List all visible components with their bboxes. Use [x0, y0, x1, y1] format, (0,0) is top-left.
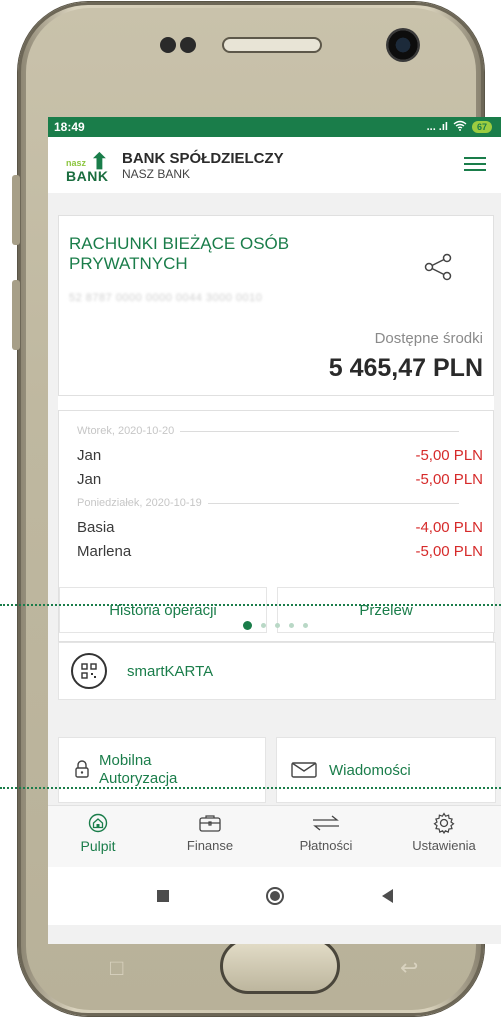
envelope-icon — [291, 762, 317, 783]
lock-icon — [75, 760, 89, 783]
messages-tile[interactable]: Wiadomości — [276, 737, 496, 803]
home-circle-icon[interactable] — [266, 887, 285, 905]
nav-label: Płatności — [299, 838, 353, 853]
pager-dot[interactable] — [288, 623, 294, 628]
status-icons: ... .ıl 67 — [427, 120, 492, 134]
account-summary[interactable]: RACHUNKI BIEŻĄCE OSÓB PRYWATNYCH 52 8787… — [58, 215, 494, 396]
qr-code-icon — [71, 653, 107, 689]
transaction-name: Jan — [77, 447, 102, 464]
nav-ustawienia[interactable]: Ustawienia — [394, 812, 494, 853]
bottom-navigation: Pulpit Finanse Płatności Ustawienia — [48, 805, 501, 868]
available-funds-amount: 5 465,47 PLN — [328, 354, 483, 382]
guide-line — [0, 604, 501, 606]
nav-platnosci[interactable]: Płatności — [276, 812, 376, 853]
pager-dot[interactable] — [260, 623, 266, 628]
gear-icon — [433, 812, 455, 834]
account-card: RACHUNKI BIEŻĄCE OSÓB PRYWATNYCH 52 8787… — [58, 215, 495, 642]
transaction-amount: -5,00 PLN — [415, 543, 483, 560]
transaction-amount: -5,00 PLN — [415, 447, 483, 464]
front-camera — [386, 28, 420, 62]
account-number: 52 8787 0000 0000 0044 3000 0010 — [69, 292, 263, 304]
earpiece-speaker — [222, 37, 322, 53]
bank-subtitle: NASZ BANK — [122, 166, 191, 181]
recent-transactions: Wtorek, 2020-10-20 Jan -5,00 PLN Jan -5,… — [58, 410, 495, 642]
account-title: RACHUNKI BIEŻĄCE OSÓB PRYWATNYCH — [69, 234, 290, 273]
transaction-name: Marlena — [77, 543, 132, 560]
transaction-amount: -4,00 PLN — [415, 519, 483, 536]
nav-label: Ustawienia — [412, 838, 476, 853]
sensor-dot — [180, 37, 196, 53]
volume-button — [12, 175, 20, 245]
transaction-name: Basia — [77, 519, 115, 536]
android-navigation-bar — [48, 867, 501, 925]
transaction-amount: -5,00 PLN — [415, 471, 483, 488]
back-icon[interactable]: ↩ — [400, 955, 418, 981]
recents-icon[interactable] — [156, 890, 169, 902]
nav-pulpit[interactable]: Pulpit — [48, 812, 148, 854]
status-bar: 18:49 ... .ıl 67 — [48, 117, 501, 137]
status-time: 18:49 — [54, 120, 85, 134]
transfer-arrows-icon — [311, 812, 341, 834]
pager-dot[interactable] — [274, 623, 280, 628]
signal-icon: ... .ıl — [426, 121, 448, 133]
back-triangle-icon[interactable] — [382, 889, 394, 903]
messages-label: Wiadomości — [329, 762, 411, 779]
smartkarta-tile[interactable]: smartKARTA — [58, 642, 496, 700]
bank-title: BANK SPÓŁDZIELCZY NASZ BANK — [122, 150, 284, 181]
transaction-date: Wtorek, 2020-10-20 — [77, 425, 459, 437]
nav-finanse[interactable]: Finanse — [160, 812, 260, 853]
recent-apps-icon[interactable]: □ — [110, 955, 123, 981]
nav-label: Pulpit — [80, 838, 116, 854]
hamburger-menu-icon[interactable] — [464, 157, 486, 173]
logo-small-text: nasz — [66, 158, 87, 168]
available-funds-label: Dostępne środki — [374, 330, 483, 347]
briefcase-icon — [199, 812, 221, 834]
bank-logo: nasz BANK ⬈ — [66, 145, 114, 184]
app-header: nasz BANK ⬈ BANK SPÓŁDZIELCZY NASZ BANK — [48, 137, 501, 193]
pager-dot[interactable] — [242, 621, 252, 630]
hardware-home-button[interactable] — [220, 938, 340, 994]
sensor-dot — [160, 37, 176, 53]
share-icon[interactable] — [423, 252, 453, 287]
pager-dot[interactable] — [302, 623, 308, 628]
transaction-date: Poniedziałek, 2020-10-19 — [77, 497, 459, 509]
app-screen: 18:49 ... .ıl 67 nasz BANK ⬈ BANK SPÓŁDZ… — [48, 117, 501, 944]
guide-line — [0, 787, 501, 789]
wifi-icon — [453, 120, 467, 134]
smartkarta-label: smartKARTA — [127, 662, 214, 680]
nav-label: Finanse — [186, 838, 234, 853]
carousel-pager[interactable] — [48, 621, 501, 630]
power-button — [12, 280, 20, 350]
transaction-name: Jan — [77, 471, 102, 488]
battery-icon: 67 — [471, 121, 492, 133]
home-icon — [88, 812, 108, 834]
mobile-authorization-label: Mobilna Autoryzacja — [99, 752, 178, 787]
mobile-authorization-tile[interactable]: Mobilna Autoryzacja — [58, 737, 266, 803]
bank-name: BANK SPÓŁDZIELCZY — [122, 149, 284, 167]
